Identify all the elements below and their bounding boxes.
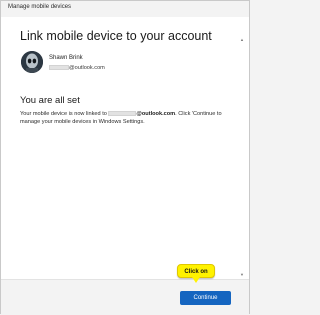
dialog-footer: Continue <box>1 279 249 315</box>
account-email-domain: @outlook.com <box>69 64 105 71</box>
redacted-text <box>108 110 137 116</box>
account-email: @outlook.com <box>49 64 105 71</box>
status-heading: You are all set <box>20 95 80 106</box>
scroll-up-arrow-icon[interactable]: ▲ <box>240 37 244 42</box>
message-email-domain: @outlook.com <box>136 111 176 117</box>
page-title: Link mobile device to your account <box>20 29 212 43</box>
scroll-down-arrow-icon[interactable]: ▼ <box>240 272 244 277</box>
redacted-text <box>49 65 69 70</box>
click-on-callout: Click on <box>177 264 215 278</box>
avatar <box>21 51 43 73</box>
callout-pointer-icon <box>192 277 200 283</box>
continue-button[interactable]: Continue <box>180 291 231 305</box>
window-title: Manage mobile devices <box>8 4 72 10</box>
title-bar: Manage mobile devices <box>1 1 249 17</box>
message-text-start: Your mobile device is now linked to <box>20 111 109 117</box>
status-message: Your mobile device is now linked to @out… <box>20 110 235 126</box>
account-name: Shawn Brink <box>49 55 83 61</box>
dialog-content: Link mobile device to your account Shawn… <box>1 17 249 279</box>
